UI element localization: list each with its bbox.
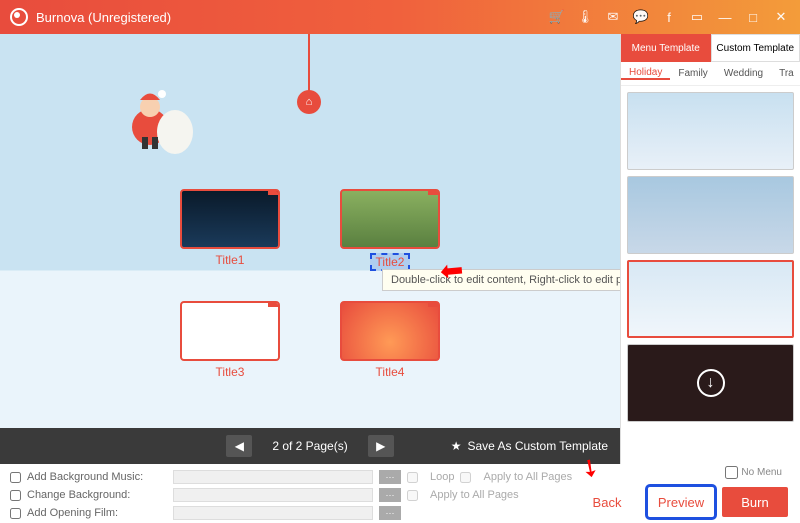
thumb-label[interactable]: Title1 [170, 253, 290, 267]
download-icon: ↓ [697, 369, 725, 397]
page-indicator: 2 of 2 Page(s) [272, 439, 347, 453]
ornament-line [308, 34, 310, 94]
santa-graphic [120, 82, 200, 162]
cat-holiday[interactable]: Holiday [621, 67, 670, 80]
menu-thumb-1[interactable]: Title1 [170, 189, 290, 271]
add-music-checkbox[interactable] [10, 472, 21, 483]
thumb-label[interactable]: Title3 [170, 365, 290, 379]
menu-thumb-4[interactable]: Title4 [330, 301, 450, 379]
opening-film-checkbox[interactable] [10, 508, 21, 519]
back-button[interactable]: Back [574, 487, 640, 517]
no-menu-checkbox[interactable]: No Menu [725, 466, 782, 479]
film-path-input[interactable] [173, 506, 373, 520]
close-icon[interactable]: ✕ [772, 8, 790, 26]
template-item-3-selected[interactable] [627, 260, 794, 338]
star-icon: ★ [451, 439, 462, 453]
maximize-icon[interactable]: □ [744, 8, 762, 26]
facebook-icon[interactable]: f [660, 8, 678, 26]
apply-all-checkbox [460, 472, 471, 483]
apply-all-bg-checkbox [407, 490, 418, 501]
cat-wedding[interactable]: Wedding [716, 68, 771, 79]
template-item-1[interactable] [627, 92, 794, 170]
burn-button[interactable]: Burn [722, 487, 788, 517]
change-bg-label: Change Background: [27, 489, 167, 501]
loop-checkbox [407, 472, 418, 483]
app-logo-icon [10, 8, 28, 26]
template-sidebar: Menu Template Custom Template Holiday Fa… [620, 34, 800, 464]
template-item-4-download[interactable]: ↓ [627, 344, 794, 422]
cart-icon[interactable]: 🛒 [548, 8, 566, 26]
cat-family[interactable]: Family [670, 68, 715, 79]
bg-path-input[interactable] [173, 488, 373, 502]
minimize-icon[interactable]: — [716, 8, 734, 26]
music-path-input[interactable] [173, 470, 373, 484]
pager-bar: ◀ 2 of 2 Page(s) ▶ ★ Save As Custom Temp… [0, 428, 620, 464]
tab-custom-template[interactable]: Custom Template [711, 34, 800, 62]
tab-menu-template[interactable]: Menu Template [621, 34, 711, 62]
speech-icon[interactable]: 💬 [632, 8, 650, 26]
thermometer-icon[interactable]: 🌡 [576, 8, 594, 26]
app-title: Burnova (Unregistered) [36, 10, 171, 25]
bottom-panel: No Menu Add Background Music: ··· Loop A… [0, 464, 800, 523]
page-prev-button[interactable]: ◀ [226, 435, 252, 457]
title-bar: Burnova (Unregistered) 🛒 🌡 ✉ 💬 f ▭ — □ ✕ [0, 0, 800, 34]
template-item-2[interactable] [627, 176, 794, 254]
menu-canvas[interactable]: ⌂ Title1 Title2 Title3 Title4 [0, 34, 620, 428]
menu-thumb-3[interactable]: Title3 [170, 301, 290, 379]
add-music-label: Add Background Music: [27, 471, 167, 483]
change-bg-checkbox[interactable] [10, 490, 21, 501]
screen-icon[interactable]: ▭ [688, 8, 706, 26]
save-custom-template-button[interactable]: ★ Save As Custom Template [451, 439, 608, 453]
cat-travel[interactable]: Tra [771, 68, 800, 79]
menu-thumb-2[interactable]: Title2 [330, 189, 450, 271]
music-browse-button[interactable]: ··· [379, 470, 401, 484]
film-browse-button[interactable]: ··· [379, 506, 401, 520]
opening-film-label: Add Opening Film: [27, 507, 167, 519]
bg-browse-button[interactable]: ··· [379, 488, 401, 502]
edit-tooltip: Double-click to edit content, Right-clic… [382, 269, 620, 291]
home-ornament-icon[interactable]: ⌂ [297, 90, 321, 114]
thumb-label[interactable]: Title4 [330, 365, 450, 379]
mail-icon[interactable]: ✉ [604, 8, 622, 26]
preview-button[interactable]: Preview [648, 487, 714, 517]
annotation-arrow-icon: ⬅ [439, 253, 465, 288]
page-next-button[interactable]: ▶ [368, 435, 394, 457]
